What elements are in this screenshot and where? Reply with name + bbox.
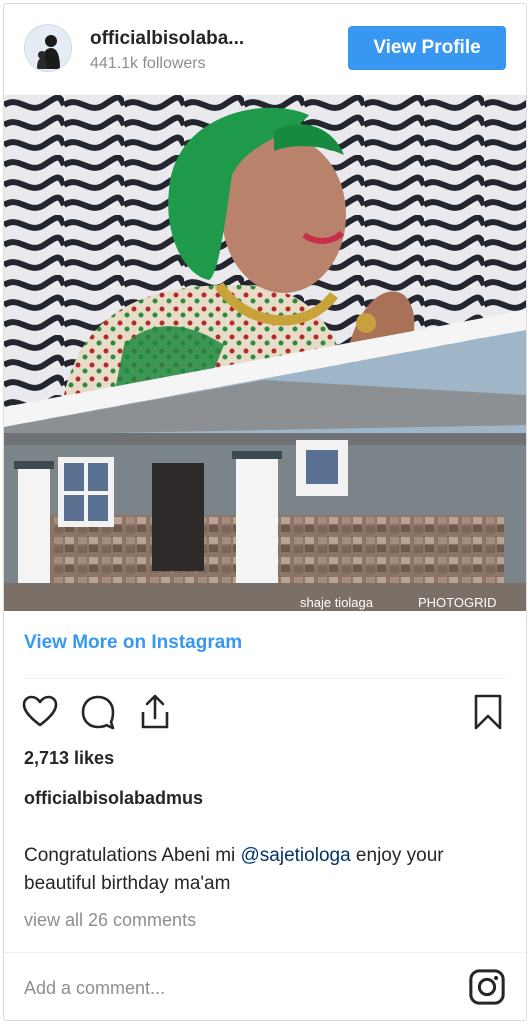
view-comments-link[interactable]: view all 26 comments xyxy=(24,910,196,931)
post-photo: shaje tiolaga PHOTOGRID xyxy=(4,95,526,611)
heart-icon[interactable] xyxy=(20,692,60,732)
comment-icon[interactable] xyxy=(78,692,118,732)
like-count[interactable]: 2,713 likes xyxy=(24,748,114,769)
watermark-left: shaje tiolaga xyxy=(300,595,374,610)
add-comment-input[interactable] xyxy=(24,970,444,1006)
bookmark-icon[interactable] xyxy=(468,692,508,732)
divider xyxy=(24,678,506,679)
post-owner-username[interactable]: officialbisolabadmus xyxy=(24,788,203,809)
action-bar xyxy=(4,692,526,736)
follower-count: 441.1k followers xyxy=(90,55,206,72)
avatar-image xyxy=(25,25,71,71)
divider xyxy=(4,952,526,953)
username[interactable]: officialbisolaba... xyxy=(90,28,244,50)
caption-text-start: Congratulations Abeni mi xyxy=(24,845,241,866)
instagram-logo-icon[interactable] xyxy=(468,968,506,1006)
avatar[interactable] xyxy=(24,24,72,72)
caption-text: Congratulations Abeni mi @sajetiologa en… xyxy=(24,842,504,898)
post-header: officialbisolaba... 441.1k followers Vie… xyxy=(4,4,526,96)
share-icon[interactable] xyxy=(135,692,175,732)
post-image[interactable]: shaje tiolaga PHOTOGRID xyxy=(4,95,526,611)
view-profile-button[interactable]: View Profile xyxy=(348,26,506,70)
watermark-right: PHOTOGRID xyxy=(418,595,497,610)
instagram-embed-card: officialbisolaba... 441.1k followers Vie… xyxy=(3,3,527,1021)
view-more-link[interactable]: View More on Instagram xyxy=(24,632,242,654)
mention-link[interactable]: @sajetiologa xyxy=(241,845,351,866)
